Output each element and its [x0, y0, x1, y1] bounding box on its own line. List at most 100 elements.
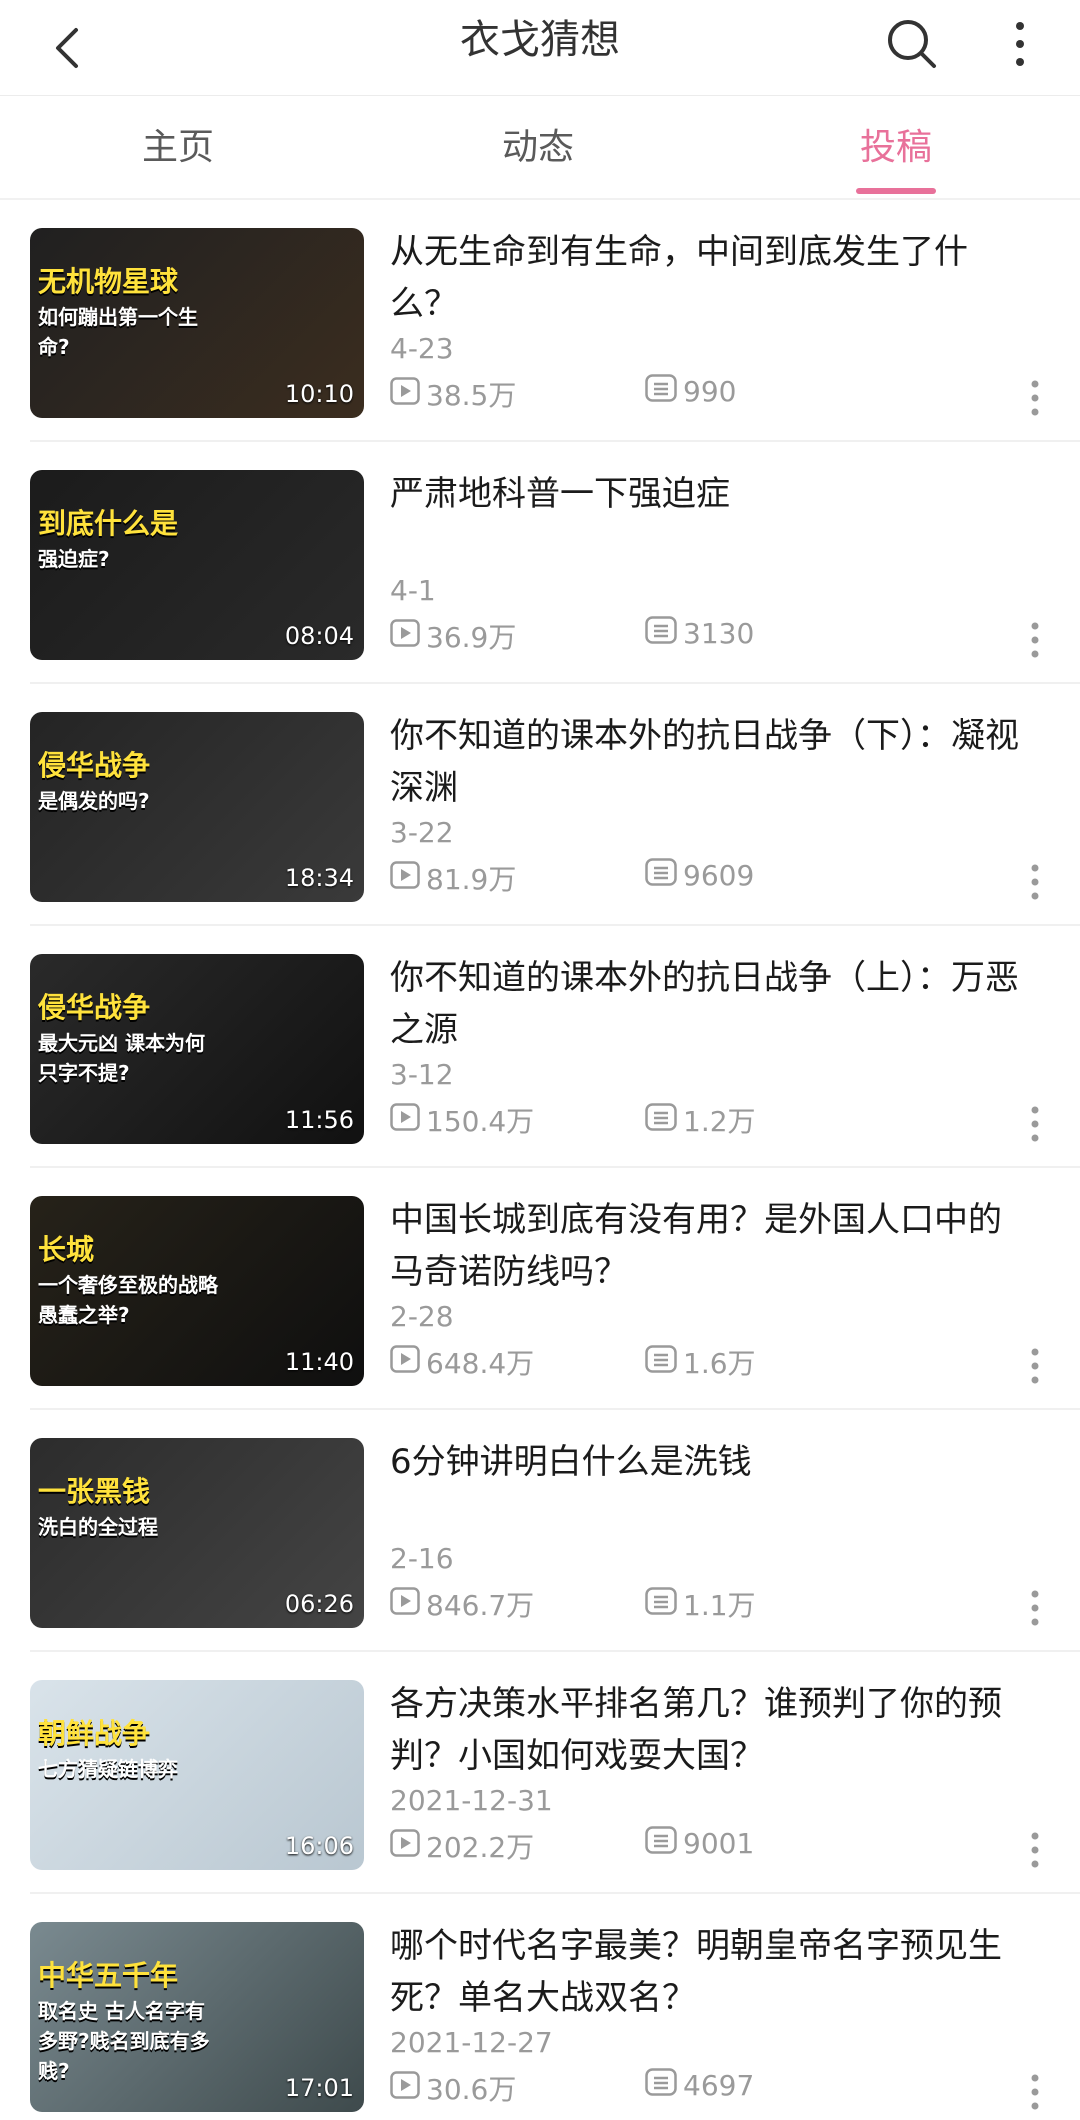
comment-count: 1.2万: [645, 1100, 756, 1140]
comment-count-value: 1.2万: [683, 1105, 756, 1138]
play-count-icon: [390, 1828, 426, 1864]
play-count-icon: [390, 618, 426, 654]
video-list-item[interactable]: 一张黑钱 洗白的全过程 06:26 6分钟讲明白什么是洗钱 2-16 846.7…: [0, 1410, 1080, 1652]
video-title[interactable]: 你不知道的课本外的抗日战争（下）：凝视深渊: [390, 710, 1030, 814]
play-count-value: 36.9万: [426, 621, 517, 654]
search-icon[interactable]: [880, 12, 944, 76]
comment-count: 4697: [645, 2068, 754, 2103]
video-date: 3-12: [390, 1058, 454, 1091]
play-count-value: 30.6万: [426, 2073, 517, 2106]
thumbnail-title-text: 无机物星球: [38, 265, 179, 298]
video-thumbnail[interactable]: 侵华战争 是偶发的吗? 18:34: [30, 712, 364, 902]
thumbnail-title-text: 中华五千年: [38, 1959, 179, 1992]
video-duration: 08:04: [284, 622, 354, 650]
video-title[interactable]: 6分钟讲明白什么是洗钱: [390, 1436, 1030, 1488]
comment-count: 1.1万: [645, 1584, 756, 1624]
comment-count: 1.6万: [645, 1342, 756, 1382]
tab-home[interactable]: 主页: [48, 96, 308, 200]
video-list-item[interactable]: 长城 一个奢侈至极的战略愚蠢之举? 11:40 中国长城到底有没有用？是外国人口…: [0, 1168, 1080, 1410]
comment-count-icon: [645, 374, 683, 409]
play-count-value: 81.9万: [426, 863, 517, 896]
item-more-icon[interactable]: [1020, 1104, 1050, 1144]
video-title[interactable]: 哪个时代名字最美？明朝皇帝名字预见生死？单名大战双名？: [390, 1920, 1030, 2024]
play-count: 38.5万: [390, 374, 516, 414]
item-more-icon[interactable]: [1020, 862, 1050, 902]
comment-count: 3130: [645, 616, 754, 651]
thumbnail-caption: 中华五千年 取名史 古人名字有多野?贱名到底有多贱?: [38, 1956, 218, 2086]
top-bar: 衣戈猜想: [0, 0, 1080, 96]
thumbnail-title-text: 朝鲜战争: [38, 1717, 151, 1750]
video-thumbnail[interactable]: 朝鲜战争 七方猜疑链博弈 16:06: [30, 1680, 364, 1870]
video-date: 2-16: [390, 1542, 454, 1575]
video-thumbnail[interactable]: 无机物星球 如何蹦出第一个生命? 10:10: [30, 228, 364, 418]
play-count: 846.7万: [390, 1584, 534, 1624]
item-more-icon[interactable]: [1020, 1830, 1050, 1870]
thumbnail-caption: 无机物星球 如何蹦出第一个生命?: [38, 262, 218, 362]
thumbnail-title-text: 一张黑钱: [38, 1475, 151, 1508]
comment-count-icon: [645, 1586, 683, 1622]
video-date: 2-28: [390, 1300, 454, 1333]
video-title[interactable]: 从无生命到有生命，中间到底发生了什么？: [390, 226, 1030, 330]
video-duration: 16:06: [284, 1832, 354, 1860]
tab-submissions-label: 投稿: [859, 127, 932, 168]
video-thumbnail[interactable]: 长城 一个奢侈至极的战略愚蠢之举? 11:40: [30, 1196, 364, 1386]
video-list: 无机物星球 如何蹦出第一个生命? 10:10 从无生命到有生命，中间到底发生了什…: [0, 200, 1080, 2120]
comment-count-icon: [645, 1344, 683, 1380]
tab-dynamic-label: 动态: [501, 127, 574, 168]
play-count: 648.4万: [390, 1342, 534, 1382]
play-count-icon: [390, 1344, 426, 1380]
video-thumbnail[interactable]: 一张黑钱 洗白的全过程 06:26: [30, 1438, 364, 1628]
comment-count-value: 1.1万: [683, 1589, 756, 1622]
comment-count-icon: [645, 858, 683, 893]
video-title[interactable]: 各方决策水平排名第几？谁预判了你的预判？小国如何戏耍大国？: [390, 1678, 1030, 1782]
video-thumbnail[interactable]: 到底什么是 强迫症? 08:04: [30, 470, 364, 660]
video-date: 4-23: [390, 332, 454, 365]
item-more-icon[interactable]: [1020, 1346, 1050, 1386]
play-count: 202.2万: [390, 1826, 534, 1866]
tab-home-label: 主页: [141, 127, 214, 168]
video-list-item[interactable]: 侵华战争 最大元凶 课本为何只字不提? 11:56 你不知道的课本外的抗日战争（…: [0, 926, 1080, 1168]
comment-count-value: 3130: [683, 617, 755, 650]
video-list-item[interactable]: 侵华战争 是偶发的吗? 18:34 你不知道的课本外的抗日战争（下）：凝视深渊 …: [0, 684, 1080, 926]
video-thumbnail[interactable]: 中华五千年 取名史 古人名字有多野?贱名到底有多贱? 17:01: [30, 1922, 364, 2112]
video-title[interactable]: 中国长城到底有没有用？是外国人口中的马奇诺防线吗？: [390, 1194, 1030, 1298]
video-list-item[interactable]: 中华五千年 取名史 古人名字有多野?贱名到底有多贱? 17:01 哪个时代名字最…: [0, 1894, 1080, 2120]
comment-count: 990: [645, 374, 736, 409]
comment-count: 9609: [645, 858, 754, 893]
video-title[interactable]: 严肃地科普一下强迫症: [390, 468, 1030, 520]
active-tab-indicator: [856, 188, 936, 194]
video-thumbnail[interactable]: 侵华战争 最大元凶 课本为何只字不提? 11:56: [30, 954, 364, 1144]
video-duration: 11:56: [284, 1106, 354, 1134]
tab-submissions[interactable]: 投稿: [766, 96, 1026, 200]
thumbnail-title-text: 侵华战争: [38, 991, 151, 1024]
comment-count-value: 9001: [683, 1827, 755, 1860]
item-more-icon[interactable]: [1020, 378, 1050, 418]
video-duration: 06:26: [284, 1590, 354, 1618]
thumbnail-caption: 长城 一个奢侈至极的战略愚蠢之举?: [38, 1230, 218, 1330]
thumbnail-caption: 侵华战争 最大元凶 课本为何只字不提?: [38, 988, 218, 1088]
thumbnail-subtitle-text: 七方猜疑链博弈: [38, 1757, 178, 1781]
more-options-icon[interactable]: [990, 12, 1050, 76]
video-list-item[interactable]: 到底什么是 强迫症? 08:04 严肃地科普一下强迫症 4-1 36.9万 31…: [0, 442, 1080, 684]
video-duration: 11:40: [284, 1348, 354, 1376]
thumbnail-title-text: 长城: [38, 1233, 95, 1266]
comment-count-icon: [645, 2068, 683, 2103]
tab-dynamic[interactable]: 动态: [408, 96, 668, 200]
video-list-item[interactable]: 朝鲜战争 七方猜疑链博弈 16:06 各方决策水平排名第几？谁预判了你的预判？小…: [0, 1652, 1080, 1894]
thumbnail-caption: 侵华战争 是偶发的吗?: [38, 746, 218, 816]
play-count-icon: [390, 2070, 426, 2106]
item-more-icon[interactable]: [1020, 1588, 1050, 1628]
thumbnail-subtitle-text: 洗白的全过程: [38, 1515, 158, 1539]
video-duration: 17:01: [284, 2074, 354, 2102]
video-title[interactable]: 你不知道的课本外的抗日战争（上）：万恶之源: [390, 952, 1030, 1056]
video-list-item[interactable]: 无机物星球 如何蹦出第一个生命? 10:10 从无生命到有生命，中间到底发生了什…: [0, 200, 1080, 442]
play-count-icon: [390, 376, 426, 412]
play-count-value: 150.4万: [426, 1105, 535, 1138]
item-more-icon[interactable]: [1020, 620, 1050, 660]
play-count-value: 38.5万: [426, 379, 517, 412]
video-duration: 18:34: [284, 864, 354, 892]
item-more-icon[interactable]: [1020, 2072, 1050, 2112]
comment-count: 9001: [645, 1826, 754, 1861]
video-duration: 10:10: [284, 380, 354, 408]
thumbnail-subtitle-text: 一个奢侈至极的战略愚蠢之举?: [38, 1273, 218, 1327]
